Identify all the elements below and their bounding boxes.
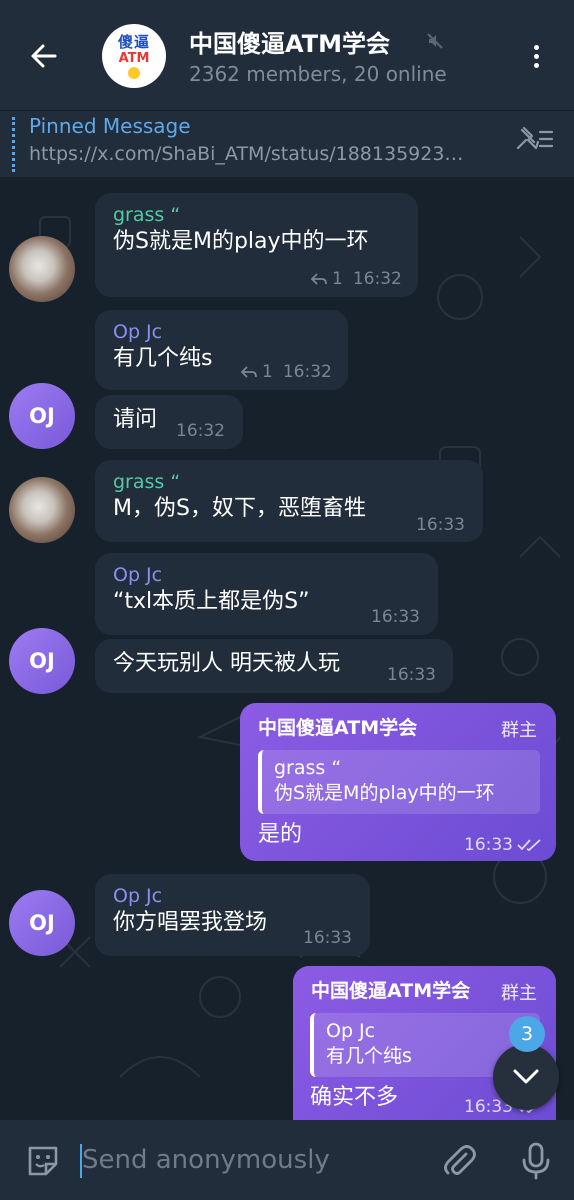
message-composer [0,1120,574,1200]
message-text: 是的 [258,822,303,847]
dot [533,44,539,50]
quote-sender: grass “ [274,757,342,779]
owner-badge: 群主 [501,720,537,741]
sender-name[interactable]: grass “ [113,470,465,494]
timestamp: 16:33 [387,665,436,685]
message-list[interactable]: grass “ 伪S就是M的play中的一环 1 16:32 Op Jc 有几个… [0,177,574,1120]
avatar-grass[interactable] [9,477,75,543]
avatar-line1: 傻逼 [117,32,150,51]
pin-list-icon[interactable] [512,122,556,154]
message-text: M，伪S，奴下，恶堕畜牲 [113,496,366,521]
timestamp: 16:32 [176,421,225,441]
timestamp: 16:33 [371,607,420,627]
sender-name[interactable]: Op Jc [113,563,420,587]
pinned-title: Pinned Message [29,114,191,138]
message-meta: 16:33 [387,665,436,685]
message-meta: 16:32 [176,421,225,441]
chat-header: 傻逼 ATM 中国傻逼ATM学会 2362 members, 20 online [0,0,574,110]
more-menu-button[interactable] [520,36,552,76]
message-input[interactable] [82,1140,412,1180]
chat-title[interactable]: 中国傻逼ATM学会 [189,24,390,59]
sender-name[interactable]: Op Jc [113,320,330,344]
timestamp: 16:33 [416,515,465,535]
message-meta: 16:33 [464,835,543,855]
reply-quote[interactable]: grass “ 伪S就是M的play中的一环 [258,750,540,814]
timestamp: 16:33 [464,835,513,855]
pinned-indicator [12,117,15,172]
sender-name[interactable]: Op Jc [113,884,352,908]
reply-icon [310,273,327,285]
back-button[interactable] [22,34,66,78]
reply-icon [240,366,257,378]
timestamp: 16:33 [303,928,352,948]
timestamp: 16:32 [352,269,402,289]
quote-sender: Op Jc [326,1020,376,1042]
message-meta: 1 16:32 [310,269,402,289]
unread-badge: 3 [509,1016,545,1052]
timestamp: 16:32 [282,362,332,382]
avatar-op-jc[interactable]: OJ [9,890,75,956]
message-meta: 16:33 [416,515,465,535]
pinned-text: https://x.com/ShaBi_ATM/status/188135923… [29,143,464,165]
owner-badge: 群主 [501,983,537,1004]
arrow-left-icon [31,44,57,68]
sender-name[interactable]: 中国傻逼ATM学会 [258,713,538,740]
message-text: 确实不多 [310,1085,399,1110]
emoji-icon [128,66,140,79]
quote-text: 伪S就是M的play中的一环 [274,782,495,804]
dot [533,62,539,68]
message-meta: 16:33 [303,928,352,948]
avatar-line2: ATM [118,50,150,66]
microphone-icon[interactable] [516,1140,556,1180]
scroll-to-bottom-button[interactable] [493,1044,559,1110]
avatar-grass[interactable] [9,236,75,302]
sticker-icon[interactable] [24,1142,62,1180]
reply-count[interactable]: 1 [332,269,343,289]
message-meta: 16:33 [371,607,420,627]
group-avatar[interactable]: 傻逼 ATM [102,24,166,88]
message-meta: 1 16:32 [240,362,332,382]
paperclip-icon[interactable] [438,1140,478,1180]
member-count: 2362 members, 20 online [189,62,447,86]
chevron-down-icon [513,1069,539,1084]
mute-icon [427,33,443,49]
avatar-op-jc[interactable]: OJ [9,628,75,694]
double-check-icon [517,839,541,852]
message-text: 伪S就是M的play中的一环 [113,229,369,254]
dot [533,53,539,59]
avatar-op-jc[interactable]: OJ [9,383,75,449]
reply-count[interactable]: 1 [262,362,273,382]
sender-name[interactable]: grass “ [113,203,400,227]
pinned-message-bar[interactable]: Pinned Message https://x.com/ShaBi_ATM/s… [0,110,574,177]
